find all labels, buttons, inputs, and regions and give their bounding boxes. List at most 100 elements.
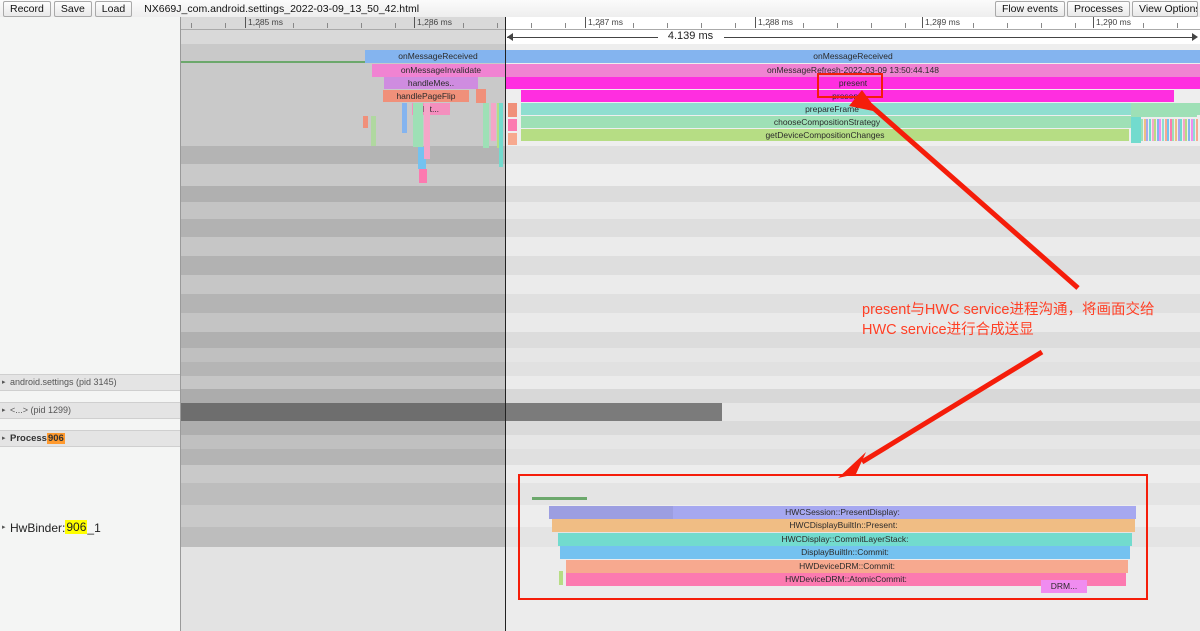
record-button[interactable]: Record <box>3 0 51 17</box>
processes-button[interactable]: Processes <box>1066 0 1130 17</box>
process-pid-highlight: 906 <box>46 433 65 445</box>
timeline-slice[interactable]: getDeviceCompositionChanges <box>521 129 1129 141</box>
expander-icon[interactable]: ▸ <box>2 403 10 418</box>
track-row[interactable] <box>181 421 1200 435</box>
track-row-selected-part <box>181 332 505 348</box>
ruler-tick <box>585 17 586 28</box>
track-row[interactable] <box>181 146 1200 164</box>
range-line <box>507 37 1196 38</box>
ruler-minor-tick <box>497 23 498 28</box>
ruler-minor-tick <box>429 23 430 28</box>
track-row[interactable] <box>181 376 1200 389</box>
save-button[interactable]: Save <box>53 0 92 17</box>
timeline-slice[interactable]: onMessageReceived <box>506 50 1200 63</box>
track-row-part <box>505 348 1200 362</box>
track-row[interactable] <box>181 275 1200 294</box>
file-name-label: NX669J_com.android.settings_2022-03-09_1… <box>144 2 420 15</box>
sidebar-item-pid-1299[interactable]: ▸ <...> (pid 1299) <box>0 402 180 419</box>
track-row-selected-part <box>181 256 505 275</box>
expander-icon[interactable]: ▸ <box>2 519 10 536</box>
mini-slice <box>413 103 423 147</box>
ruler-minor-tick <box>973 23 974 28</box>
track-row-selected-part <box>181 421 505 435</box>
time-ruler[interactable]: 1,285 ms 1,286 ms 1,287 ms 1,288 ms 1,289 ms… <box>181 17 1200 44</box>
track-row[interactable] <box>181 237 1200 256</box>
time-cursor-line[interactable] <box>505 17 506 631</box>
mini-slice <box>508 119 517 131</box>
track-row-selected-part <box>181 186 505 202</box>
ruler-minor-tick <box>905 23 906 28</box>
ruler-minor-tick <box>191 23 192 28</box>
sidebar-item-label: android.settings (pid 3145) <box>10 377 117 388</box>
load-button[interactable]: Load <box>94 0 133 17</box>
track-row[interactable] <box>181 362 1200 376</box>
track-row[interactable] <box>181 389 1200 403</box>
ruler-tick-label: 1,285 ms <box>248 17 283 27</box>
track-row-selected-part <box>181 465 505 483</box>
timeline-slice[interactable]: onMessageInvalidate <box>372 64 510 77</box>
ruler-minor-tick <box>395 23 396 28</box>
view-options-button[interactable]: View Options <box>1132 0 1198 17</box>
ruler-minor-tick <box>599 23 600 28</box>
track-row[interactable] <box>181 186 1200 202</box>
hwbinder-label: HwBinder: <box>10 520 66 535</box>
ruler-tick-label: 1,289 ms <box>925 17 960 27</box>
track-row-selected-part <box>181 547 505 631</box>
track-row[interactable] <box>181 348 1200 362</box>
flow-events-button[interactable]: Flow events <box>994 0 1065 17</box>
track-row-part <box>505 435 1200 449</box>
track-row[interactable] <box>181 164 1200 186</box>
ruler-minor-tick <box>735 23 736 28</box>
track-row-selected-part <box>181 219 505 237</box>
ruler-tick-label: 1,288 ms <box>758 17 793 27</box>
track-row-selected-part <box>181 294 505 313</box>
mini-slice <box>476 89 486 103</box>
track-row-part <box>505 362 1200 376</box>
present-slice-highlight-box <box>817 73 883 98</box>
hwbinder-pid-highlight: 906 <box>65 520 88 534</box>
toolbar-right-group: Flow events Processes View Options <box>994 0 1200 17</box>
track-row-selected-part <box>181 146 505 164</box>
sidebar-item-hwbinder[interactable]: ▸ HwBinder:906_1 <box>0 518 180 536</box>
annotation-line-2: HWC service进行合成送显 <box>862 322 1034 338</box>
track-row-part <box>505 164 1200 186</box>
mini-slice <box>1131 103 1197 117</box>
track-row[interactable] <box>181 202 1200 219</box>
range-right-arrow-icon <box>1192 33 1198 41</box>
mini-slice <box>363 116 368 128</box>
ruler-tick-label: 1,286 ms <box>417 17 452 27</box>
track-sidebar[interactable]: ▸ android.settings (pid 3145) ▸ <...> (pid… <box>0 17 181 631</box>
track-row[interactable] <box>181 256 1200 275</box>
ruler-minor-tick <box>837 23 838 28</box>
sidebar-item-android-settings[interactable]: ▸ android.settings (pid 3145) <box>0 374 180 391</box>
track-row-selected-part <box>181 403 505 421</box>
track-row-selected-part <box>181 348 505 362</box>
track-row[interactable] <box>181 219 1200 237</box>
ruler-minor-tick <box>667 23 668 28</box>
mini-slice <box>491 103 496 141</box>
track-row-selected-part <box>181 275 505 294</box>
timeline-slice[interactable]: handlePageFlip <box>383 90 469 102</box>
track-row-selected-part <box>181 376 505 389</box>
track-row-selected-part <box>181 527 505 547</box>
ruler-tick <box>414 17 415 28</box>
timeline-slice[interactable]: onMessageReceived <box>365 50 511 63</box>
track-row-selected-part <box>181 435 505 449</box>
sidebar-item-process-906[interactable]: ▸ Process 906 <box>0 430 180 447</box>
timeline-slice[interactable]: handleMes.. <box>384 77 478 89</box>
timeline-slice[interactable]: prepareFrame <box>521 103 1143 115</box>
selection-duration-label: 4.139 ms <box>657 30 724 42</box>
mini-slice <box>483 103 489 148</box>
ruler-minor-tick <box>1143 23 1144 28</box>
ruler-minor-tick <box>1075 23 1076 28</box>
track-row[interactable] <box>181 449 1200 465</box>
ruler-minor-tick <box>463 23 464 28</box>
ruler-minor-tick <box>769 23 770 28</box>
expander-icon[interactable]: ▸ <box>2 431 10 446</box>
timeline-slice[interactable]: chooseCompositionStrategy <box>521 116 1133 128</box>
ruler-tick <box>245 17 246 28</box>
ruler-minor-tick <box>565 23 566 28</box>
ruler-minor-tick <box>871 23 872 28</box>
expander-icon[interactable]: ▸ <box>2 375 10 390</box>
track-row[interactable] <box>181 435 1200 449</box>
